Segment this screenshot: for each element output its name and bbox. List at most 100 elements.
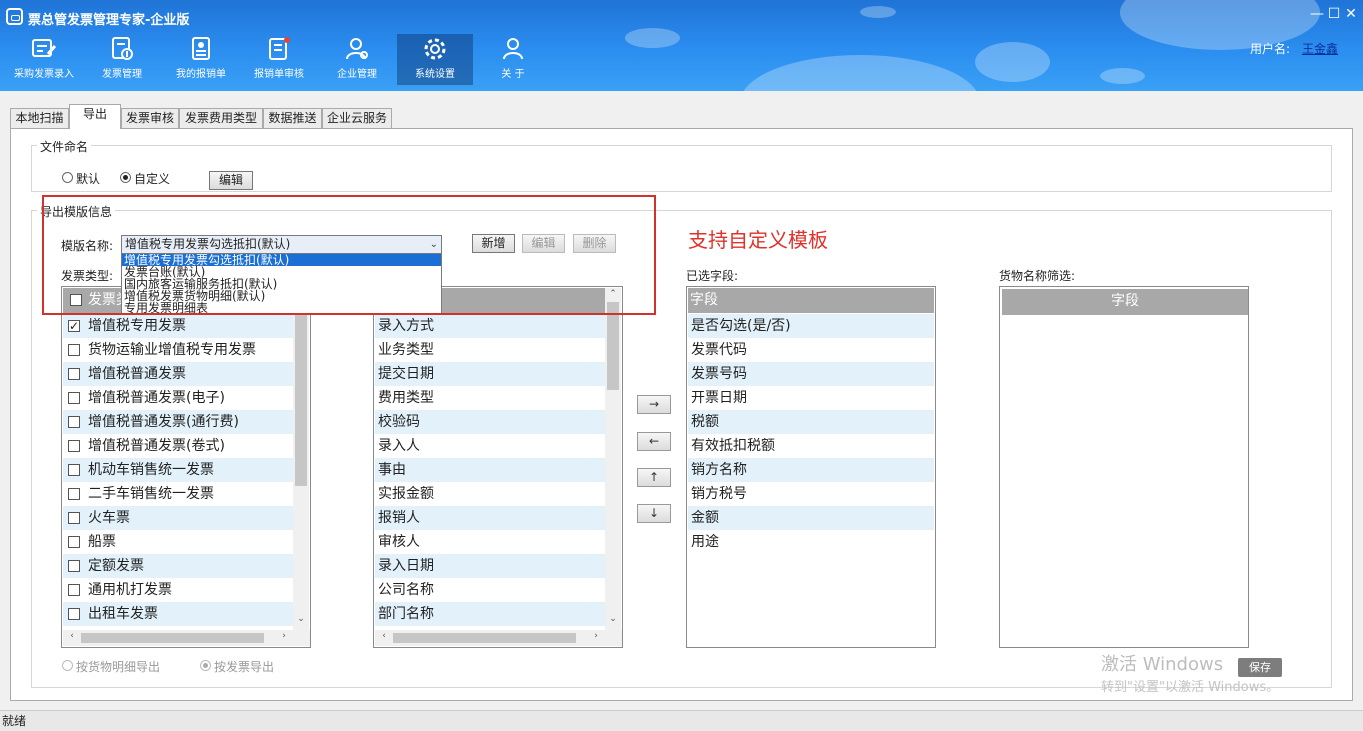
scroll-thumb[interactable] [607,302,619,390]
nav-invoice-entry[interactable]: 采购发票录入 [8,34,80,84]
available-field-row-label: 提交日期 [378,366,434,382]
invoice-type-row[interactable]: 定额发票 [63,554,293,578]
naming-default-radio[interactable] [62,172,73,183]
invoice-type-checkbox[interactable] [68,344,80,356]
invoice-type-row[interactable]: 机动车销售统一发票 [63,458,293,482]
selected-field-row[interactable]: 销方名称 [688,458,934,482]
invoice-type-checkbox[interactable] [68,584,80,596]
nav-about[interactable]: 关 于 [477,34,549,84]
selected-field-row[interactable]: 用途 [688,530,934,554]
export-by-goods-radio[interactable] [62,660,73,671]
invoice-type-row[interactable]: 货物运输业增值税专用发票 [63,338,293,362]
selected-field-row[interactable]: 发票代码 [688,338,934,362]
scroll-left-icon[interactable]: ‹ [377,631,391,641]
invoice-type-row-label: 通用机打发票 [88,582,172,598]
invoice-type-checkbox[interactable] [68,368,80,380]
scroll-left-icon[interactable]: ‹ [65,631,79,641]
invoice-type-checkbox[interactable] [68,536,80,548]
nav-invoice-manage[interactable]: 发票管理 [86,34,158,84]
invoice-type-row[interactable]: 出租车发票 [63,602,293,626]
scroll-thumb[interactable] [393,633,576,643]
invoice-type-row[interactable]: 船票 [63,530,293,554]
selected-fields-list[interactable]: 字段 是否勾选(是/否) 发票代码 发票号码 开票日期 税额 有效抵扣税额 销方名称 销方税号… [686,286,936,648]
close-button[interactable]: ✕ [1342,6,1360,22]
invoice-type-row[interactable]: 二手车销售统一发票 [63,482,293,506]
naming-custom-radio[interactable] [120,172,131,183]
invoice-type-checkbox[interactable] [68,608,80,620]
invoice-type-row[interactable]: 增值税普通发票(卷式) [63,434,293,458]
scroll-thumb[interactable] [81,633,264,643]
move-up-button[interactable]: ↑ [637,468,671,487]
naming-custom-label: 自定义 [134,172,171,186]
available-list-hscrollbar[interactable]: ‹ › [375,630,622,646]
invoice-list-vscrollbar[interactable]: ⌃ ⌄ [293,288,309,630]
tab-enterprise-cloud[interactable]: 企业云服务 [322,108,392,128]
selected-field-row[interactable]: 开票日期 [688,386,934,410]
invoice-type-row-label: 火车票 [88,510,130,526]
available-field-row[interactable]: 录入方式 [375,314,605,338]
goods-filter-list[interactable]: 字段 [999,286,1249,648]
user-name-link[interactable]: 王金鑫 [1302,40,1338,57]
invoice-type-row[interactable]: 增值税普通发票 [63,362,293,386]
available-field-row[interactable]: 审核人 [375,530,605,554]
export-by-invoice-radio[interactable] [200,660,211,671]
invoice-type-checkbox[interactable] [68,416,80,428]
selected-field-row[interactable]: 有效抵扣税额 [688,434,934,458]
tab-invoice-expense-type[interactable]: 发票费用类型 [179,108,263,128]
scroll-thumb[interactable] [295,302,307,486]
nav-report-audit[interactable]: 报销单审核 [243,34,315,84]
available-field-row[interactable]: 业务类型 [375,338,605,362]
invoice-type-checkbox[interactable] [68,464,80,476]
selected-field-row[interactable]: 是否勾选(是/否) [688,314,934,338]
selected-field-row[interactable]: 销方税号 [688,482,934,506]
invoice-type-row[interactable]: 增值税专用发票 [63,314,293,338]
selected-field-row[interactable]: 税额 [688,410,934,434]
available-field-row[interactable]: 校验码 [375,410,605,434]
available-field-row[interactable]: 录入人 [375,434,605,458]
tab-data-push[interactable]: 数据推送 [263,108,322,128]
available-field-row[interactable]: 报销人 [375,506,605,530]
available-fields-list[interactable]: 录入方式 业务类型提交日期费用类型 校验码 录入人 事由 实报金额报销人审核人 录入日期 公司… [373,286,623,648]
invoice-type-checkbox[interactable] [68,392,80,404]
nav-label: 报销单审核 [254,69,304,80]
available-field-row[interactable]: 费用类型 [375,386,605,410]
minimize-button[interactable]: — [1308,6,1326,22]
available-field-row[interactable]: 部门名称 [375,602,605,626]
available-field-row-label: 报销人 [378,510,420,526]
tab-local-scan[interactable]: 本地扫描 [10,108,69,128]
move-left-button[interactable]: ← [637,432,671,451]
available-field-row[interactable]: 实报金额 [375,482,605,506]
invoice-type-row[interactable]: 火车票 [63,506,293,530]
selected-field-row[interactable]: 发票号码 [688,362,934,386]
available-list-vscrollbar[interactable]: ⌃ ⌄ [605,288,621,630]
invoice-type-checkbox[interactable] [68,488,80,500]
move-right-button[interactable]: → [637,395,671,414]
nav-company-manage[interactable]: 企业管理 [321,34,393,84]
available-field-row[interactable]: 公司名称 [375,578,605,602]
invoice-type-checkbox[interactable] [68,440,80,452]
scroll-down-icon[interactable]: ⌄ [294,614,308,624]
tab-invoice-audit[interactable]: 发票审核 [121,108,179,128]
maximize-button[interactable]: ☐ [1325,6,1343,22]
invoice-list-hscrollbar[interactable]: ‹ › [63,630,310,646]
save-button[interactable]: 保存 [1238,658,1282,677]
invoice-type-row[interactable]: 增值税普通发票(电子) [63,386,293,410]
move-down-button[interactable]: ↓ [637,504,671,523]
available-field-row[interactable]: 提交日期 [375,362,605,386]
invoice-type-list[interactable]: 发票类型 增值税专用发票货物运输业增值税专用发票增值税普通发票增值税普通发票(电… [61,286,311,648]
tab-export[interactable]: 导出 [69,104,121,129]
available-field-row[interactable]: 录入日期 [375,554,605,578]
naming-edit-button[interactable]: 编辑 [209,171,253,190]
invoice-type-checkbox[interactable] [68,512,80,524]
scroll-down-icon[interactable]: ⌄ [606,614,620,624]
nav-system-settings[interactable]: 系统设置 [397,34,473,85]
invoice-type-row[interactable]: 增值税普通发票(通行费) [63,410,293,434]
invoice-type-row[interactable]: 通用机打发票 [63,578,293,602]
invoice-type-checkbox[interactable] [68,314,80,338]
scroll-right-icon[interactable]: › [277,631,291,641]
selected-field-row[interactable]: 金额 [688,506,934,530]
invoice-type-checkbox[interactable] [68,560,80,572]
scroll-right-icon[interactable]: › [589,631,603,641]
nav-my-expense[interactable]: 我的报销单 [165,34,237,84]
available-field-row[interactable]: 事由 [375,458,605,482]
